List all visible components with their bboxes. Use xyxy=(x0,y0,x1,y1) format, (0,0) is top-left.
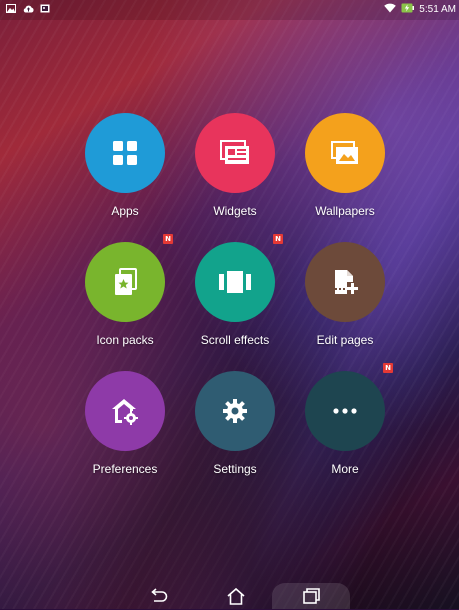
settings-label: Settings xyxy=(213,462,257,476)
cloud-upload-icon xyxy=(23,4,34,13)
grid-icon xyxy=(113,141,137,165)
battery-charging-icon xyxy=(401,3,415,16)
apps-button[interactable] xyxy=(85,113,165,193)
wallpapers-button[interactable] xyxy=(305,113,385,193)
widgets-label: Widgets xyxy=(213,204,257,218)
edit-pages-button[interactable] xyxy=(305,242,385,322)
menu-item-scroll-effects[interactable]: N Scroll effects xyxy=(180,234,290,352)
new-badge: N xyxy=(383,363,393,373)
more-dots-icon xyxy=(333,408,357,414)
recents-button[interactable] xyxy=(300,587,322,605)
scroll-effects-button[interactable]: N xyxy=(195,234,283,322)
gallery-notification-icon xyxy=(40,4,50,13)
back-icon xyxy=(151,588,168,602)
edit-pages-label: Edit pages xyxy=(316,333,374,347)
home-icon xyxy=(227,587,245,605)
home-button[interactable] xyxy=(225,587,247,605)
menu-item-edit-pages[interactable]: Edit pages xyxy=(290,242,400,352)
wallpaper-icon xyxy=(331,141,358,164)
widgets-button[interactable] xyxy=(195,113,275,193)
home-gear-icon xyxy=(112,399,138,425)
new-badge: N xyxy=(163,234,173,244)
preferences-label: Preferences xyxy=(92,462,158,476)
menu-item-settings[interactable]: Settings xyxy=(180,371,290,481)
more-label: More xyxy=(331,462,359,476)
new-badge: N xyxy=(273,234,283,244)
icon-pack-icon xyxy=(115,268,137,295)
recents-icon xyxy=(303,588,320,604)
widgets-icon xyxy=(220,140,249,164)
status-time: 5:51 AM xyxy=(419,4,456,15)
preferences-button[interactable] xyxy=(85,371,165,451)
wifi-icon xyxy=(384,3,397,16)
image-notification-icon xyxy=(6,4,16,13)
gear-icon xyxy=(223,399,247,423)
more-button[interactable]: N xyxy=(305,363,393,451)
status-bar: 5:51 AM xyxy=(0,0,459,20)
icon-packs-label: Icon packs xyxy=(96,333,154,347)
navigation-bar xyxy=(0,583,459,609)
wallpapers-label: Wallpapers xyxy=(315,204,375,218)
settings-button[interactable] xyxy=(195,371,275,451)
menu-item-more[interactable]: N More xyxy=(290,363,400,481)
menu-item-apps[interactable]: Apps xyxy=(70,113,180,223)
scroll-effects-label: Scroll effects xyxy=(200,333,270,347)
menu-item-icon-packs[interactable]: N Icon packs xyxy=(70,234,180,352)
icon-packs-button[interactable]: N xyxy=(85,234,173,322)
menu-item-wallpapers[interactable]: Wallpapers xyxy=(290,113,400,223)
apps-label: Apps xyxy=(111,204,139,218)
edit-pages-icon xyxy=(335,270,358,294)
scroll-effects-icon xyxy=(219,271,251,293)
menu-item-widgets[interactable]: Widgets xyxy=(180,113,290,223)
menu-item-preferences[interactable]: Preferences xyxy=(70,371,180,481)
back-button[interactable] xyxy=(148,587,170,605)
